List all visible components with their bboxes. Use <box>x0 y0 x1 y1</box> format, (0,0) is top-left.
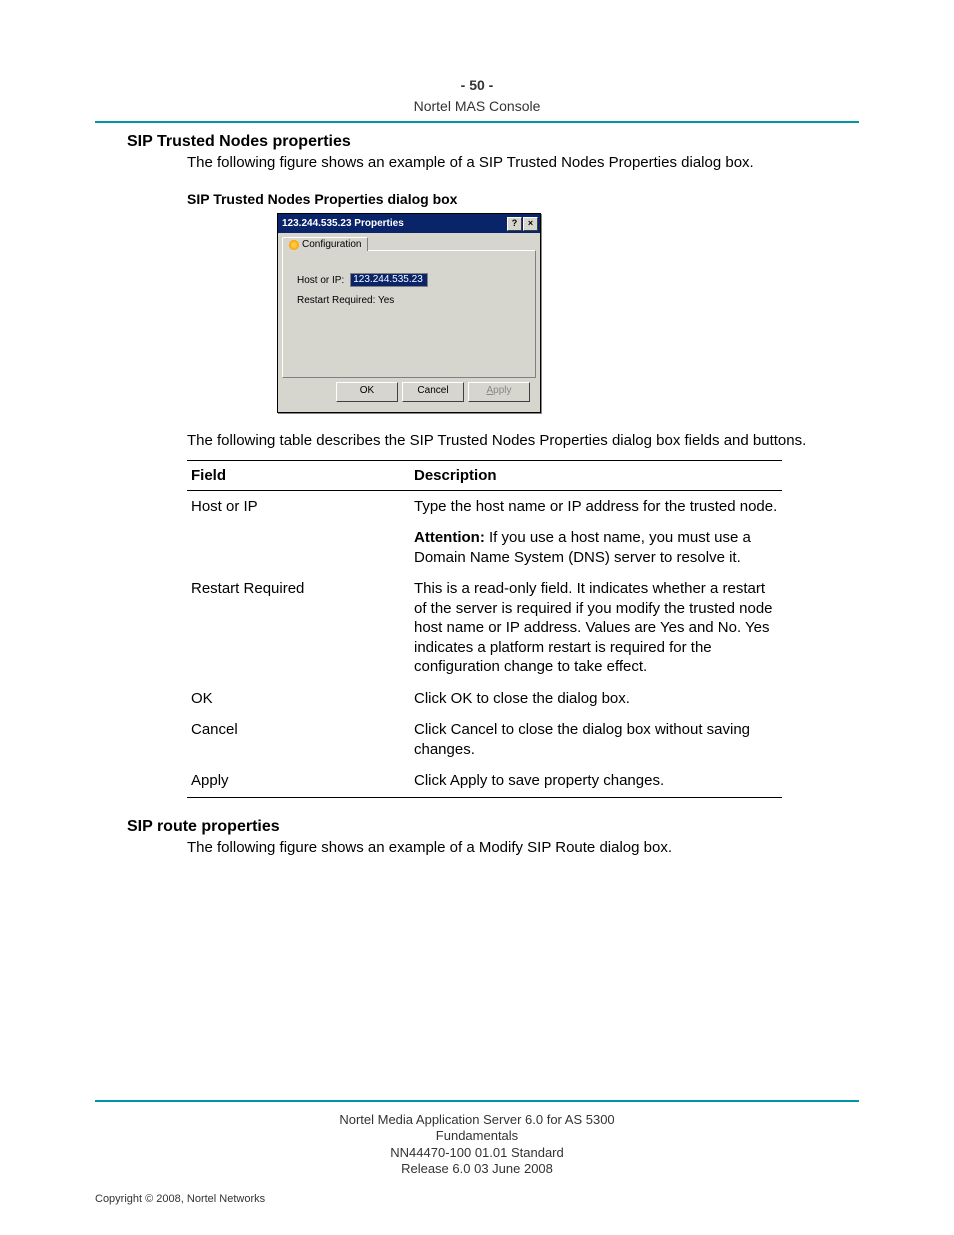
cell-desc: Click Cancel to close the dialog box wit… <box>410 714 782 765</box>
col-header-description: Description <box>410 460 782 490</box>
table-row: Restart Required This is a read-only fie… <box>187 573 782 683</box>
cell-desc: Click Apply to save property changes. <box>410 765 782 797</box>
cell-field: Restart Required <box>187 573 410 683</box>
section1-intro: The following figure shows an example of… <box>187 153 859 173</box>
cell-field: Host or IP <box>187 490 410 522</box>
apply-button[interactable]: Apply <box>468 382 530 402</box>
cell-field: Cancel <box>187 714 410 765</box>
section-heading-sip-route: SIP route properties <box>127 818 859 836</box>
col-header-field: Field <box>187 460 410 490</box>
table-row: Cancel Click Cancel to close the dialog … <box>187 714 782 765</box>
attention-label: Attention: <box>414 529 485 546</box>
footer-line3: NN44470-100 01.01 Standard <box>95 1145 859 1161</box>
header-rule <box>95 121 859 123</box>
footer-line2: Fundamentals <box>95 1128 859 1144</box>
table-row: Host or IP Type the host name or IP addr… <box>187 490 782 522</box>
footer-line1: Nortel Media Application Server 6.0 for … <box>95 1112 859 1128</box>
table-row: Apply Click Apply to save property chang… <box>187 765 782 797</box>
dialog-titlebar: 123.244.535.23 Properties ? × <box>278 214 540 233</box>
dialog-title: 123.244.535.23 Properties <box>282 218 506 229</box>
cell-desc: This is a read-only field. It indicates … <box>410 573 782 683</box>
footer-line4: Release 6.0 03 June 2008 <box>95 1161 859 1177</box>
tab-label: Configuration <box>302 239 361 250</box>
close-button[interactable]: × <box>523 217 538 231</box>
table-row: Attention: If you use a host name, you m… <box>187 522 782 573</box>
cell-field: OK <box>187 683 410 715</box>
running-head: Nortel MAS Console <box>95 96 859 117</box>
ok-button[interactable]: OK <box>336 382 398 402</box>
cancel-button[interactable]: Cancel <box>402 382 464 402</box>
section-heading-sip-trusted: SIP Trusted Nodes properties <box>127 133 859 151</box>
copyright: Copyright © 2008, Nortel Networks <box>95 1193 859 1205</box>
footer-rule <box>95 1100 859 1102</box>
help-button[interactable]: ? <box>507 217 522 231</box>
gear-icon <box>289 240 299 250</box>
host-ip-input[interactable]: 123.244.535.23 <box>350 273 428 287</box>
tab-panel: Host or IP: 123.244.535.23 Restart Requi… <box>282 250 536 378</box>
tab-configuration[interactable]: Configuration <box>282 237 368 251</box>
cell-field: Apply <box>187 765 410 797</box>
properties-dialog: 123.244.535.23 Properties ? × Configurat… <box>277 213 541 413</box>
page-number: - 50 - <box>95 75 859 96</box>
cell-desc: Type the host name or IP address for the… <box>414 497 778 517</box>
restart-required-label: Restart Required: Yes <box>297 295 525 306</box>
host-ip-label: Host or IP: <box>297 275 344 286</box>
cell-desc: Click OK to close the dialog box. <box>410 683 782 715</box>
figure-caption: SIP Trusted Nodes Properties dialog box <box>187 191 859 207</box>
table-row: OK Click OK to close the dialog box. <box>187 683 782 715</box>
fields-table: Field Description Host or IP Type the ho… <box>187 460 782 798</box>
dialog-figure: 123.244.535.23 Properties ? × Configurat… <box>277 213 859 413</box>
section1-post-figure: The following table describes the SIP Tr… <box>187 431 859 451</box>
section2-intro: The following figure shows an example of… <box>187 838 859 858</box>
